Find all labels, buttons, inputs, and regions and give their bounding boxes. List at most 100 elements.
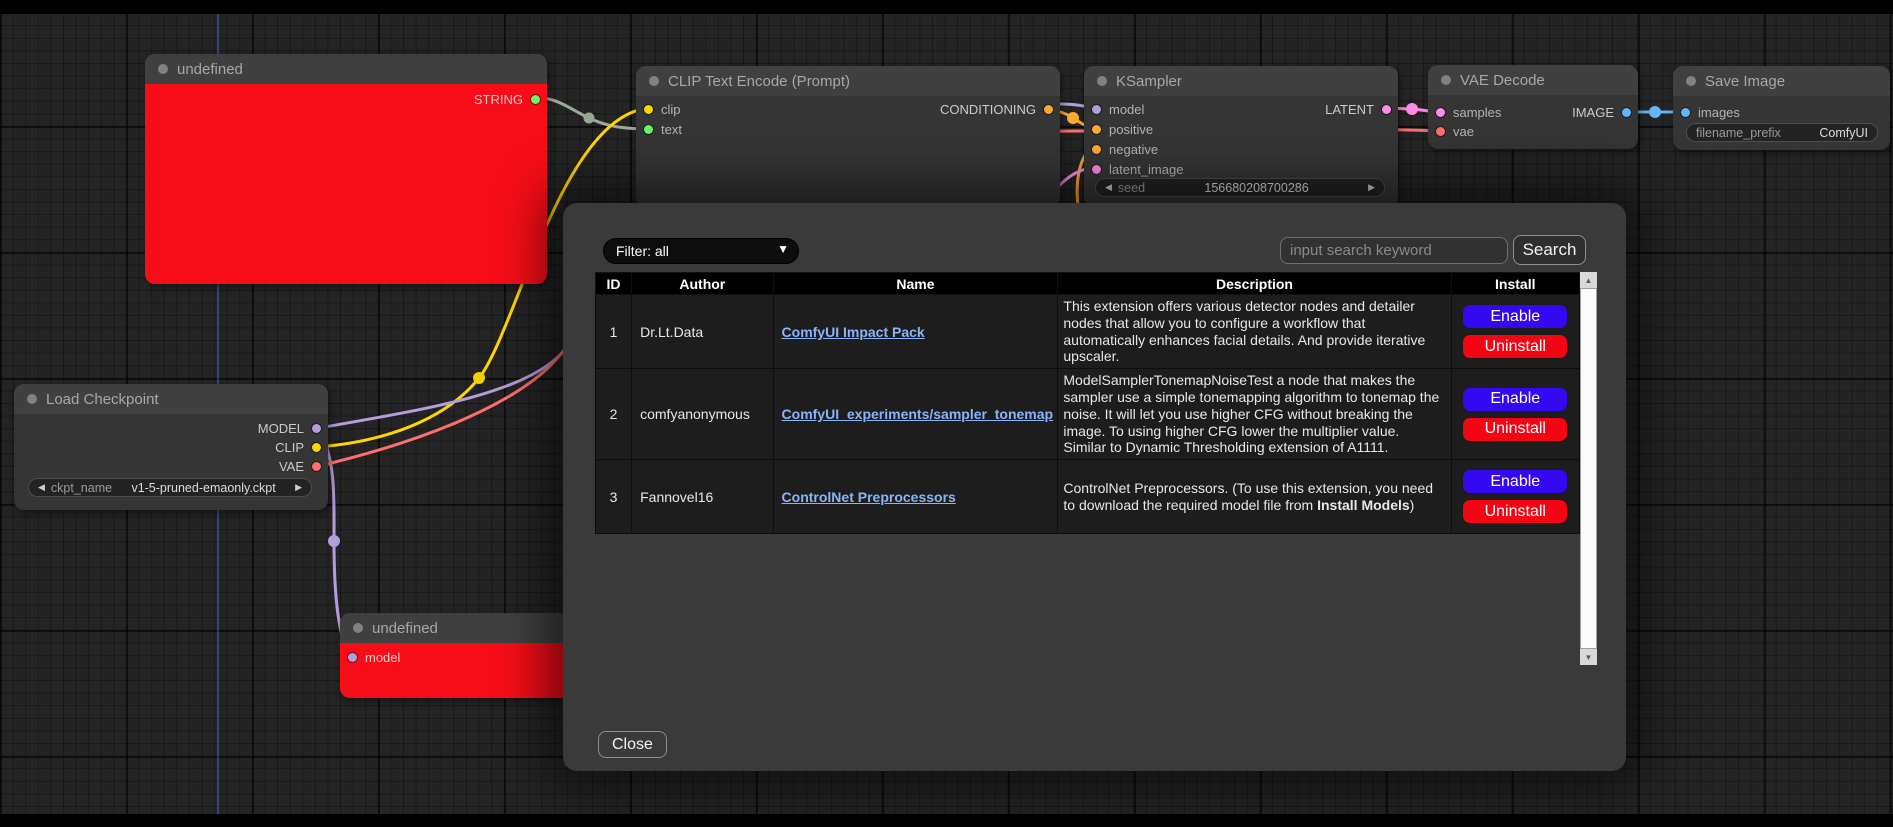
enable-button[interactable]: Enable [1462,304,1568,329]
node-load-checkpoint[interactable]: Load Checkpoint MODEL CLIP VAE ◀ ckpt_na… [14,384,328,510]
images-input-dot[interactable] [1681,108,1690,117]
collapse-dot-icon[interactable] [353,623,363,633]
collapse-dot-icon[interactable] [1441,75,1451,85]
description-bold-text: Install Models [1317,497,1410,513]
model-output-dot[interactable] [312,424,321,433]
bottom-letterbox-bar [0,814,1893,827]
collapse-dot-icon[interactable] [649,76,659,86]
reroute-dot-image[interactable] [1649,106,1661,118]
table-row: 1Dr.Lt.DataComfyUI Impact PackThis exten… [596,295,1580,369]
extension-link[interactable]: ControlNet Preprocessors [782,489,956,505]
search-input[interactable] [1280,237,1508,264]
node-body: samples vae IMAGE [1428,95,1638,149]
model-input-label: model [1109,102,1144,117]
uninstall-button[interactable]: Uninstall [1462,417,1568,442]
cell-author: Dr.Lt.Data [632,295,773,369]
node-title-bar[interactable]: CLIP Text Encode (Prompt) [636,66,1060,96]
cell-install: Enable Uninstall [1451,460,1579,534]
scrollbar-thumb[interactable] [1580,288,1597,649]
node-title: undefined [177,61,243,78]
string-output-dot[interactable] [531,95,540,104]
reroute-dot-conditioning[interactable] [1067,112,1079,124]
node-title: VAE Decode [1460,72,1545,89]
node-ksampler[interactable]: KSampler model positive negative latent_… [1084,66,1398,208]
header-id: ID [596,273,632,295]
filename-prefix-widget[interactable]: filename_prefix ComfyUI [1686,123,1878,142]
node-title-bar[interactable]: undefined [340,613,570,643]
clip-output-dot[interactable] [312,443,321,452]
previous-arrow-icon[interactable]: ◀ [38,482,45,493]
node-title-bar[interactable]: Save Image [1673,66,1890,96]
node-vae-decode[interactable]: VAE Decode samples vae IMAGE [1428,65,1638,149]
clip-input-dot[interactable] [644,105,653,114]
node-title-bar[interactable]: undefined [145,54,547,84]
image-output-dot[interactable] [1622,108,1631,117]
collapse-dot-icon[interactable] [27,394,37,404]
node-title-bar[interactable]: KSampler [1084,66,1398,96]
scrollbar-up-icon[interactable]: ▲ [1580,272,1597,288]
collapse-dot-icon[interactable] [1686,76,1696,86]
vae-input-dot[interactable] [1436,127,1445,136]
header-author: Author [632,273,773,295]
table-row: 3Fannovel16ControlNet PreprocessorsContr… [596,460,1580,534]
cell-description: ControlNet Preprocessors. (To use this e… [1058,460,1451,534]
reroute-dot-clip[interactable] [473,372,485,384]
node-title: Load Checkpoint [46,391,159,408]
latent-image-input-label: latent_image [1109,162,1183,177]
conditioning-output-label: CONDITIONING [940,102,1036,117]
cell-install: Enable Uninstall [1451,295,1579,369]
string-output-label: STRING [474,92,523,107]
table-scrollbar[interactable]: ▲ ▼ [1580,272,1597,665]
model-input-dot[interactable] [1092,105,1101,114]
extensions-table: ID Author Name Description Install 1Dr.L… [595,272,1580,534]
uninstall-button[interactable]: Uninstall [1462,499,1568,524]
collapse-dot-icon[interactable] [1097,76,1107,86]
next-arrow-icon[interactable]: ▶ [295,482,302,493]
seed-widget[interactable]: ◀ seed 156680208700286 ▶ [1095,178,1385,197]
reroute-dot-latent[interactable] [1406,103,1418,115]
reroute-dot-model[interactable] [328,535,340,547]
node-save-image[interactable]: Save Image images filename_prefix ComfyU… [1673,66,1890,150]
samples-input-dot[interactable] [1436,108,1445,117]
filename-prefix-label: filename_prefix [1696,126,1781,140]
decrement-arrow-icon[interactable]: ◀ [1105,182,1112,193]
ckpt-name-widget[interactable]: ◀ ckpt_name v1-5-pruned-emaonly.ckpt ▶ [28,478,312,497]
enable-button[interactable]: Enable [1462,469,1568,494]
negative-input-dot[interactable] [1092,145,1101,154]
filter-select[interactable]: Filter: all [603,238,799,264]
header-name: Name [773,273,1058,295]
latent-image-input-dot[interactable] [1092,165,1101,174]
node-title-bar[interactable]: Load Checkpoint [14,384,328,414]
seed-widget-value: 156680208700286 [1151,181,1362,195]
table-header-row: ID Author Name Description Install [596,273,1580,295]
enable-button[interactable]: Enable [1462,387,1568,412]
text-input-dot[interactable] [644,125,653,134]
node-body: clip text CONDITIONING [636,96,1060,208]
header-install: Install [1451,273,1579,295]
samples-input-label: samples [1453,105,1501,120]
extension-link[interactable]: ComfyUI_experiments/sampler_tonemap [782,406,1054,422]
collapse-dot-icon[interactable] [158,64,168,74]
node-undefined-1[interactable]: undefined STRING [145,54,547,284]
extension-link[interactable]: ComfyUI Impact Pack [782,324,925,340]
node-title: CLIP Text Encode (Prompt) [668,73,850,90]
scrollbar-down-icon[interactable]: ▼ [1580,649,1597,665]
latent-output-dot[interactable] [1382,105,1391,114]
close-button[interactable]: Close [598,731,667,758]
positive-input-dot[interactable] [1092,125,1101,134]
uninstall-button[interactable]: Uninstall [1462,334,1568,359]
node-undefined-2[interactable]: undefined model [340,613,570,698]
cell-id: 3 [596,460,632,534]
node-title-bar[interactable]: VAE Decode [1428,65,1638,95]
vae-output-dot[interactable] [312,462,321,471]
top-letterbox-bar [0,0,1893,14]
node-clip-text-encode[interactable]: CLIP Text Encode (Prompt) clip text COND… [636,66,1060,208]
cell-name: ComfyUI Impact Pack [773,295,1058,369]
model-input-dot[interactable] [348,653,357,662]
reroute-dot-string[interactable] [584,113,595,124]
search-button[interactable]: Search [1513,235,1586,265]
conditioning-output-dot[interactable] [1044,105,1053,114]
clip-input-label: clip [661,102,681,117]
increment-arrow-icon[interactable]: ▶ [1368,182,1375,193]
filter-select-wrap: Filter: all ▼ [603,238,799,264]
